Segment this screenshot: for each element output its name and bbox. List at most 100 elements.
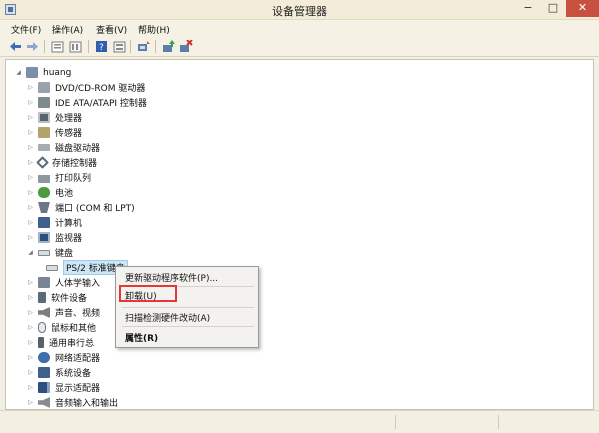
collapse-arrow-icon[interactable]: ◢ — [14, 65, 23, 80]
tree-item-label: 磁盘驱动器 — [55, 144, 101, 154]
menu-item-update-driver[interactable]: 更新驱动程序软件(P)... — [125, 271, 218, 284]
tree-item-monitor[interactable]: ▷ 监视器 — [26, 230, 82, 245]
menu-separator — [122, 326, 254, 327]
expand-arrow-icon[interactable]: ▷ — [26, 335, 35, 350]
sound-icon — [38, 307, 50, 318]
status-cell — [498, 415, 499, 429]
keyboard-icon — [38, 249, 50, 256]
tree-item-processor[interactable]: ▷ 处理器 — [26, 110, 82, 125]
tree-root[interactable]: ◢ huang — [14, 65, 71, 80]
collapse-arrow-icon[interactable]: ◢ — [26, 245, 35, 260]
tree-item-audio-io[interactable]: ▷ 音频输入和输出 — [26, 395, 118, 410]
minimize-button[interactable]: − — [516, 0, 540, 17]
tree-item-print-queue[interactable]: ▷ 打印队列 — [26, 170, 91, 185]
menu-help[interactable]: 帮助(H) — [138, 23, 170, 36]
usb-icon — [38, 337, 44, 348]
menu-bar: 文件(F) 操作(A) 查看(V) 帮助(H) — [0, 20, 599, 37]
sensor-icon — [38, 127, 50, 138]
toolbar-separator — [88, 40, 89, 53]
tree-item-battery[interactable]: ▷ 电池 — [26, 185, 73, 200]
battery-icon — [38, 187, 50, 198]
toolbar-separator — [155, 40, 156, 53]
back-icon[interactable] — [8, 39, 23, 54]
help-icon[interactable]: ? — [94, 39, 109, 54]
expand-arrow-icon[interactable]: ▷ — [26, 80, 35, 95]
menu-action[interactable]: 操作(A) — [52, 23, 83, 36]
tree-item-mouse[interactable]: ▷ 鼠标和其他 — [26, 320, 96, 335]
computer-icon — [38, 217, 50, 228]
tree-item-computer[interactable]: ▷ 计算机 — [26, 215, 82, 230]
forward-icon[interactable] — [25, 39, 40, 54]
tree-item-label: 存储控制器 — [52, 159, 98, 169]
monitor-icon — [38, 232, 50, 243]
device-tree-panel[interactable]: ◢ huang ▷ DVD/CD-ROM 驱动器 ▷ IDE ATA/ATAPI… — [5, 59, 594, 410]
scan-icon[interactable] — [136, 39, 151, 54]
tree-item-sound[interactable]: ▷ 声音、视频 — [26, 305, 100, 320]
tree-item-label: 人体学输入 — [55, 279, 101, 289]
expand-arrow-icon[interactable]: ▷ — [26, 140, 35, 155]
expand-arrow-icon[interactable]: ▷ — [26, 125, 35, 140]
menu-file[interactable]: 文件(F) — [11, 23, 41, 36]
tree-item-system-device[interactable]: ▷ 系统设备 — [26, 365, 91, 380]
menu-item-scan-hardware[interactable]: 扫描检测硬件改动(A) — [125, 311, 210, 324]
view-icon[interactable] — [112, 39, 127, 54]
expand-arrow-icon[interactable]: ▷ — [26, 95, 35, 110]
tree-root-label: huang — [43, 67, 72, 78]
tree-item-label: 监视器 — [55, 234, 83, 244]
tree-item-label: 键盘 — [55, 249, 74, 259]
expand-arrow-icon[interactable]: ▷ — [26, 170, 35, 185]
expand-arrow-icon[interactable]: ▷ — [26, 305, 35, 320]
tree-item-sensor[interactable]: ▷ 传感器 — [26, 125, 82, 140]
ide-controller-icon — [38, 97, 50, 108]
list-icon[interactable] — [68, 39, 83, 54]
tree-item-software-device[interactable]: ▷ 软件设备 — [26, 290, 87, 305]
tree-item-label: 处理器 — [55, 114, 83, 124]
display-adapter-icon — [38, 382, 50, 393]
tree-item-label: 软件设备 — [51, 294, 88, 304]
update-driver-icon[interactable] — [161, 39, 176, 54]
expand-arrow-icon[interactable]: ▷ — [26, 215, 35, 230]
uninstall-icon[interactable] — [178, 39, 193, 54]
tree-item-label: 音频输入和输出 — [55, 399, 119, 409]
title-bar: 设备管理器 − □ ✕ — [0, 0, 599, 20]
port-icon — [38, 202, 50, 213]
expand-arrow-icon[interactable]: ▷ — [26, 395, 35, 410]
tree-item-label: 网络适配器 — [55, 354, 101, 364]
tree-item-keyboard[interactable]: ◢ 键盘 — [26, 245, 73, 260]
expand-arrow-icon[interactable]: ▷ — [26, 380, 35, 395]
expand-arrow-icon[interactable]: ▷ — [26, 185, 35, 200]
printer-icon — [38, 172, 50, 183]
tree-item-storage-controller[interactable]: ▷ 存储控制器 — [26, 155, 97, 170]
expand-arrow-icon[interactable]: ▷ — [26, 110, 35, 125]
expand-arrow-icon[interactable]: ▷ — [26, 230, 35, 245]
keyboard-device-icon — [46, 264, 58, 271]
tree-item-usb[interactable]: ▷ 通用串行总 — [26, 335, 94, 350]
toolbar-separator — [44, 40, 45, 53]
menu-item-properties[interactable]: 属性(R) — [125, 331, 158, 344]
svg-text:?: ? — [99, 43, 104, 53]
system-device-icon — [38, 367, 50, 378]
close-button[interactable]: ✕ — [566, 0, 599, 17]
maximize-button[interactable]: □ — [541, 0, 565, 17]
expand-arrow-icon[interactable]: ▷ — [26, 290, 35, 305]
storage-controller-icon — [36, 156, 49, 169]
expand-arrow-icon[interactable]: ▷ — [26, 155, 35, 170]
tree-item-label: 电池 — [55, 189, 74, 199]
tree-item-network[interactable]: ▷ 网络适配器 — [26, 350, 100, 365]
expand-arrow-icon[interactable]: ▷ — [26, 365, 35, 380]
expand-arrow-icon[interactable]: ▷ — [26, 350, 35, 365]
tree-item-label: 打印队列 — [55, 174, 92, 184]
tree-item-dvd-drive[interactable]: ▷ DVD/CD-ROM 驱动器 — [26, 80, 145, 95]
expand-arrow-icon[interactable]: ▷ — [26, 275, 35, 290]
expand-arrow-icon[interactable]: ▷ — [26, 320, 35, 335]
tree-item-port[interactable]: ▷ 端口 (COM 和 LPT) — [26, 200, 135, 215]
tree-item-ide-controller[interactable]: ▷ IDE ATA/ATAPI 控制器 — [26, 95, 147, 110]
tree-item-disk-drive[interactable]: ▷ 磁盘驱动器 — [26, 140, 100, 155]
toolbar: ? — [0, 37, 599, 57]
menu-view[interactable]: 查看(V) — [96, 23, 127, 36]
tree-item-hid[interactable]: ▷ 人体学输入 — [26, 275, 100, 290]
tree-item-display-adapter[interactable]: ▷ 显示适配器 — [26, 380, 100, 395]
dvd-drive-icon — [38, 82, 50, 93]
expand-arrow-icon[interactable]: ▷ — [26, 200, 35, 215]
properties-icon[interactable] — [50, 39, 65, 54]
